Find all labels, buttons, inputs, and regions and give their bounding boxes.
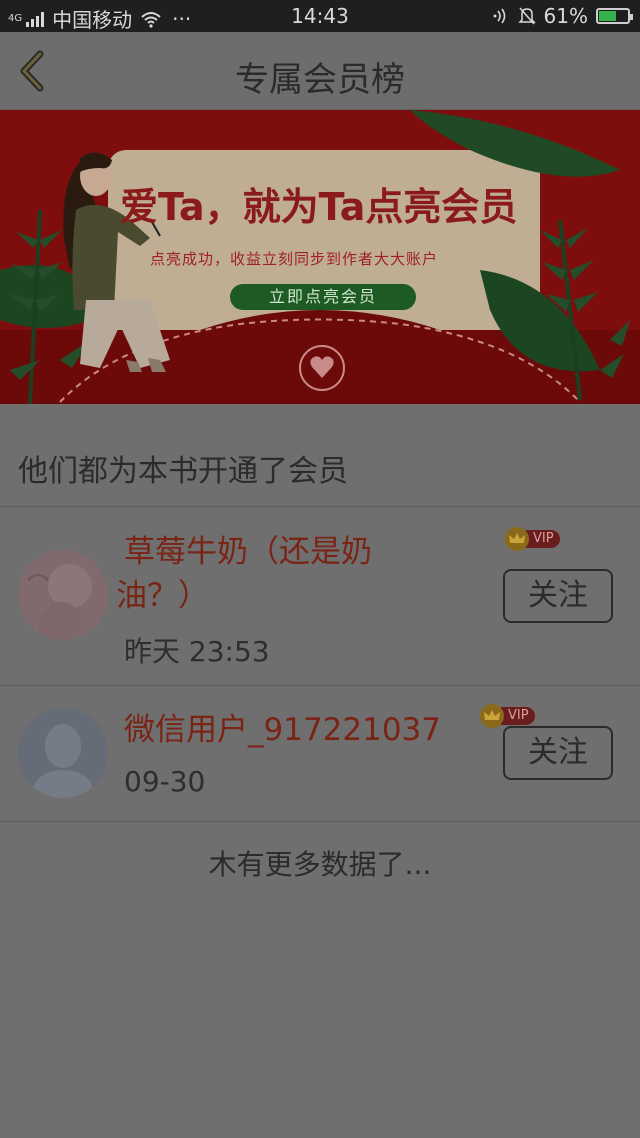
member-name-line1: 草莓牛奶（还是奶 [124, 534, 372, 570]
status-right: 61% [492, 4, 633, 28]
divider [0, 821, 640, 822]
no-more-data-text: 木有更多数据了... [208, 848, 432, 881]
banner-subtitle: 点亮成功，收益立刻同步到作者大大账户 [150, 250, 439, 268]
avatar-image [18, 550, 108, 640]
member-name: 草莓牛奶（还是奶 油？） [116, 530, 496, 618]
nfc-icon [493, 8, 505, 24]
status-bar: 4G 中国移动 ··· 14:43 61% [0, 0, 640, 32]
battery-icon [596, 8, 633, 24]
promo-banner[interactable]: 爱Ta，就为Ta点亮会员 点亮成功，收益立刻同步到作者大大账户 立即点亮会员 [0, 110, 640, 404]
divider [0, 506, 640, 507]
header-bar: 专属会员榜 [0, 32, 640, 110]
member-time: 昨天 23:53 [124, 635, 270, 668]
mute-bell-icon [517, 7, 536, 25]
default-avatar-icon [18, 708, 108, 798]
battery-percent: 61% [543, 4, 588, 28]
member-name-line2: 油？） [116, 578, 209, 614]
member-time: 09-30 [124, 765, 206, 798]
crown-icon [505, 527, 529, 551]
follow-button[interactable]: 关注 [503, 569, 613, 623]
divider [0, 685, 640, 686]
crown-icon [480, 704, 504, 728]
vip-badge: VIP [505, 527, 563, 551]
section-title: 他们都为本书开通了会员 [18, 454, 348, 489]
member-name: 微信用户_917221037 [124, 712, 442, 748]
follow-button[interactable]: 关注 [503, 726, 613, 780]
banner-cta-button[interactable]: 立即点亮会员 [230, 284, 416, 310]
avatar[interactable] [18, 708, 108, 798]
banner-headline: 爱Ta，就为Ta点亮会员 [120, 185, 518, 229]
page-title: 专属会员榜 [235, 60, 405, 100]
vip-badge: VIP [480, 704, 538, 728]
avatar[interactable] [18, 550, 108, 640]
